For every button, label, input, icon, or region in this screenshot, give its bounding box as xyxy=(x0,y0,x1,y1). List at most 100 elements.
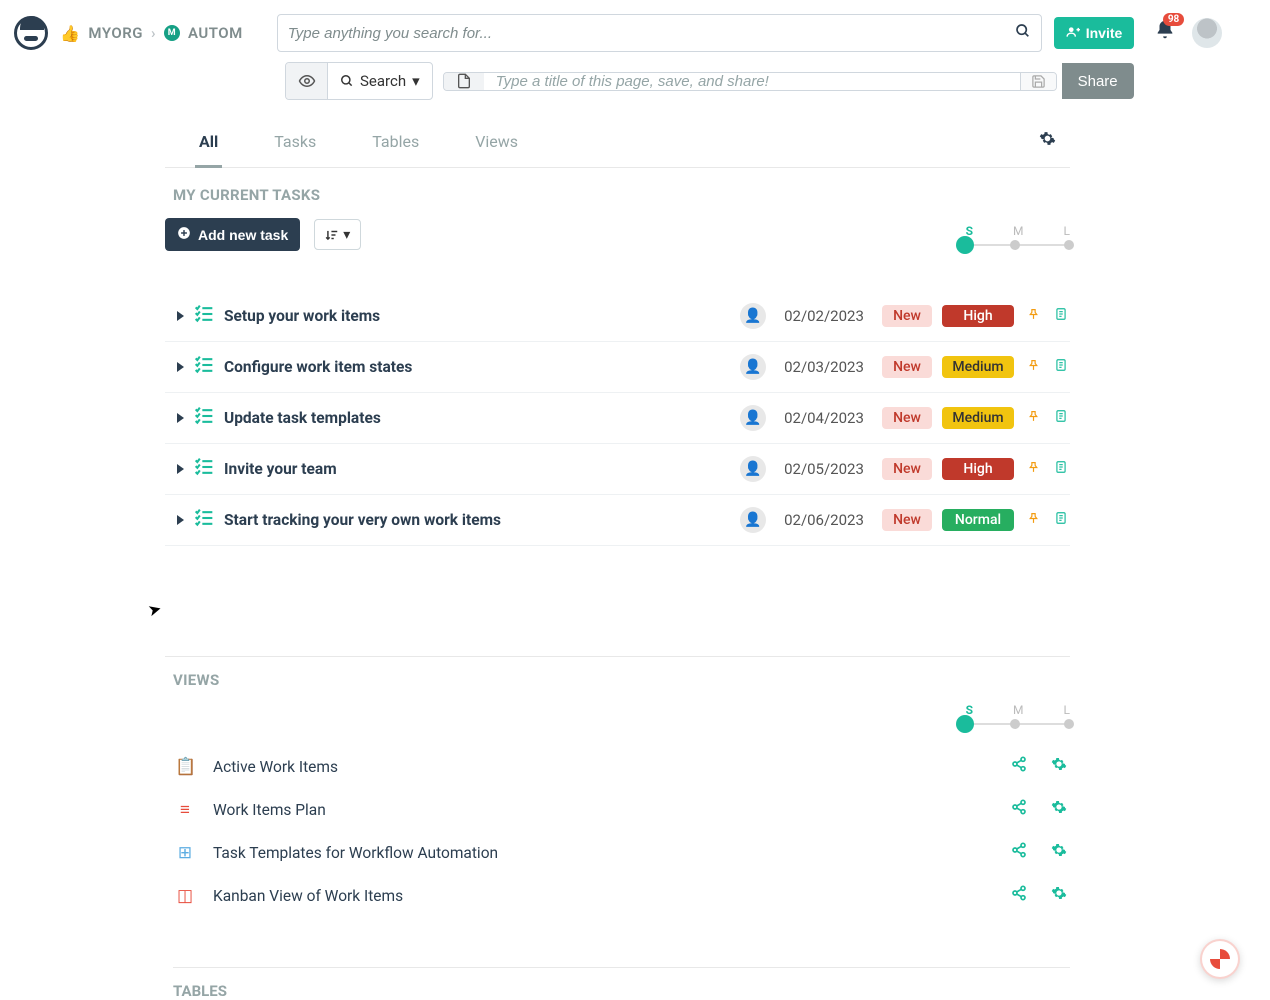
share-icon[interactable] xyxy=(1008,799,1030,820)
section-tables-header: TABLES xyxy=(173,967,1070,1000)
tasks-list: Setup your work items👤02/02/2023NewHighC… xyxy=(165,291,1070,546)
task-title[interactable]: Invite your team xyxy=(224,460,730,478)
user-avatar[interactable] xyxy=(1192,18,1222,48)
assignee-avatar[interactable]: 👤 xyxy=(740,405,766,431)
task-title[interactable]: Update task templates xyxy=(224,409,730,427)
pin-icon[interactable] xyxy=(1024,460,1042,478)
notifications-button[interactable]: 98 xyxy=(1154,19,1176,47)
page-title-icon xyxy=(444,73,484,90)
task-state-pill[interactable]: New xyxy=(882,305,932,327)
gear-icon[interactable] xyxy=(1048,799,1070,820)
view-row[interactable]: ◫Kanban View of Work Items xyxy=(165,874,1070,917)
task-priority-pill[interactable]: High xyxy=(942,458,1014,480)
size-dot-l[interactable] xyxy=(1064,719,1074,729)
assignee-avatar[interactable]: 👤 xyxy=(740,456,766,482)
sort-button[interactable]: ▾ xyxy=(314,219,361,250)
view-row[interactable]: ⊞Task Templates for Workflow Automation xyxy=(165,831,1070,874)
task-title[interactable]: Start tracking your very own work items xyxy=(224,511,730,529)
app-logo[interactable] xyxy=(14,16,48,50)
expand-caret-icon[interactable] xyxy=(177,515,184,525)
size-slider-tasks[interactable]: S M L xyxy=(960,224,1070,246)
page-title-input[interactable] xyxy=(484,73,1020,90)
doc-icon[interactable] xyxy=(1052,511,1070,529)
global-search[interactable] xyxy=(277,14,1042,52)
page-toolbar: Search ▾ Share xyxy=(285,62,1270,100)
size-dot-m[interactable] xyxy=(1010,719,1020,729)
pin-icon[interactable] xyxy=(1024,307,1042,325)
view-title[interactable]: Active Work Items xyxy=(213,758,990,776)
tab-tasks[interactable]: Tasks xyxy=(270,122,320,167)
tab-views[interactable]: Views xyxy=(471,122,522,167)
assignee-avatar[interactable]: 👤 xyxy=(740,354,766,380)
tabs-settings-button[interactable] xyxy=(1039,130,1056,152)
assignee-avatar[interactable]: 👤 xyxy=(740,303,766,329)
task-state-pill[interactable]: New xyxy=(882,356,932,378)
expand-caret-icon[interactable] xyxy=(177,362,184,372)
share-icon[interactable] xyxy=(1008,885,1030,906)
size-slider-views[interactable]: S M L xyxy=(960,703,1070,725)
task-row[interactable]: Configure work item states 👤 02/03/2023 New… xyxy=(165,342,1070,393)
invite-button[interactable]: Invite xyxy=(1054,17,1135,49)
expand-caret-icon[interactable] xyxy=(177,464,184,474)
size-dot-l[interactable] xyxy=(1064,240,1074,250)
task-row[interactable]: Start tracking your very own work items 👤… xyxy=(165,495,1070,546)
task-state-pill[interactable]: New xyxy=(882,509,932,531)
view-type-icon: 📋 xyxy=(175,757,195,777)
size-dot-s[interactable] xyxy=(956,715,974,733)
doc-icon[interactable] xyxy=(1052,460,1070,478)
task-row[interactable]: Setup your work items👤02/02/2023NewHigh xyxy=(165,291,1070,342)
page-search-button[interactable]: Search ▾ xyxy=(328,63,432,99)
size-dot-s[interactable] xyxy=(956,236,974,254)
share-icon[interactable] xyxy=(1008,756,1030,777)
assignee-avatar[interactable]: 👤 xyxy=(740,507,766,533)
views-list: 📋 Active Work Items ≡Work Items Plan⊞Task … xyxy=(165,745,1070,917)
gear-icon[interactable] xyxy=(1048,885,1070,906)
pin-icon[interactable] xyxy=(1024,409,1042,427)
view-title[interactable]: Kanban View of Work Items xyxy=(213,887,990,905)
view-row[interactable]: ≡Work Items Plan xyxy=(165,788,1070,831)
view-search-group: Search ▾ xyxy=(285,62,433,100)
page-save-button[interactable] xyxy=(1020,73,1056,90)
global-search-input[interactable] xyxy=(288,25,1015,42)
doc-icon[interactable] xyxy=(1052,409,1070,427)
checklist-icon xyxy=(194,355,214,380)
task-title[interactable]: Setup your work items xyxy=(224,307,730,325)
breadcrumb-project[interactable]: AUTOM xyxy=(188,24,243,42)
visibility-toggle-button[interactable] xyxy=(286,63,328,99)
size-dot-m[interactable] xyxy=(1010,240,1020,250)
task-title[interactable]: Configure work item states xyxy=(224,358,730,376)
tab-tables[interactable]: Tables xyxy=(368,122,423,167)
breadcrumb: 👍 MYORG › M AUTOM xyxy=(60,24,243,43)
view-row[interactable]: 📋 Active Work Items xyxy=(165,745,1070,788)
view-title[interactable]: Work Items Plan xyxy=(213,801,990,819)
gear-icon[interactable] xyxy=(1048,756,1070,777)
task-priority-pill[interactable]: Normal xyxy=(942,509,1014,531)
doc-icon[interactable] xyxy=(1052,358,1070,376)
doc-icon[interactable] xyxy=(1052,307,1070,325)
pin-icon[interactable] xyxy=(1024,511,1042,529)
task-state-pill[interactable]: New xyxy=(882,407,932,429)
task-priority-pill[interactable]: Medium xyxy=(942,356,1014,378)
chevron-right-icon: › xyxy=(151,24,156,42)
checklist-icon xyxy=(194,406,214,431)
task-priority-pill[interactable]: High xyxy=(942,305,1014,327)
help-bubble-button[interactable] xyxy=(1200,939,1240,979)
expand-caret-icon[interactable] xyxy=(177,311,184,321)
task-state-pill[interactable]: New xyxy=(882,458,932,480)
pin-icon[interactable] xyxy=(1024,358,1042,376)
task-row[interactable]: Update task templates👤02/04/2023NewMediu… xyxy=(165,393,1070,444)
task-date: 02/03/2023 xyxy=(776,358,872,376)
share-button[interactable]: Share xyxy=(1062,63,1134,99)
task-priority-pill[interactable]: Medium xyxy=(942,407,1014,429)
share-icon[interactable] xyxy=(1008,842,1030,863)
expand-caret-icon[interactable] xyxy=(177,413,184,423)
top-bar: 👍 MYORG › M AUTOM Invite 98 xyxy=(0,0,1270,56)
task-date: 02/05/2023 xyxy=(776,460,872,478)
search-icon[interactable] xyxy=(1015,23,1031,43)
task-row[interactable]: Invite your team 👤 02/05/2023 New High xyxy=(165,444,1070,495)
view-title[interactable]: Task Templates for Workflow Automation xyxy=(213,844,990,862)
breadcrumb-org[interactable]: MYORG xyxy=(88,24,143,42)
tab-all[interactable]: All xyxy=(195,122,222,168)
add-task-button[interactable]: Add new task xyxy=(165,218,300,251)
gear-icon[interactable] xyxy=(1048,842,1070,863)
